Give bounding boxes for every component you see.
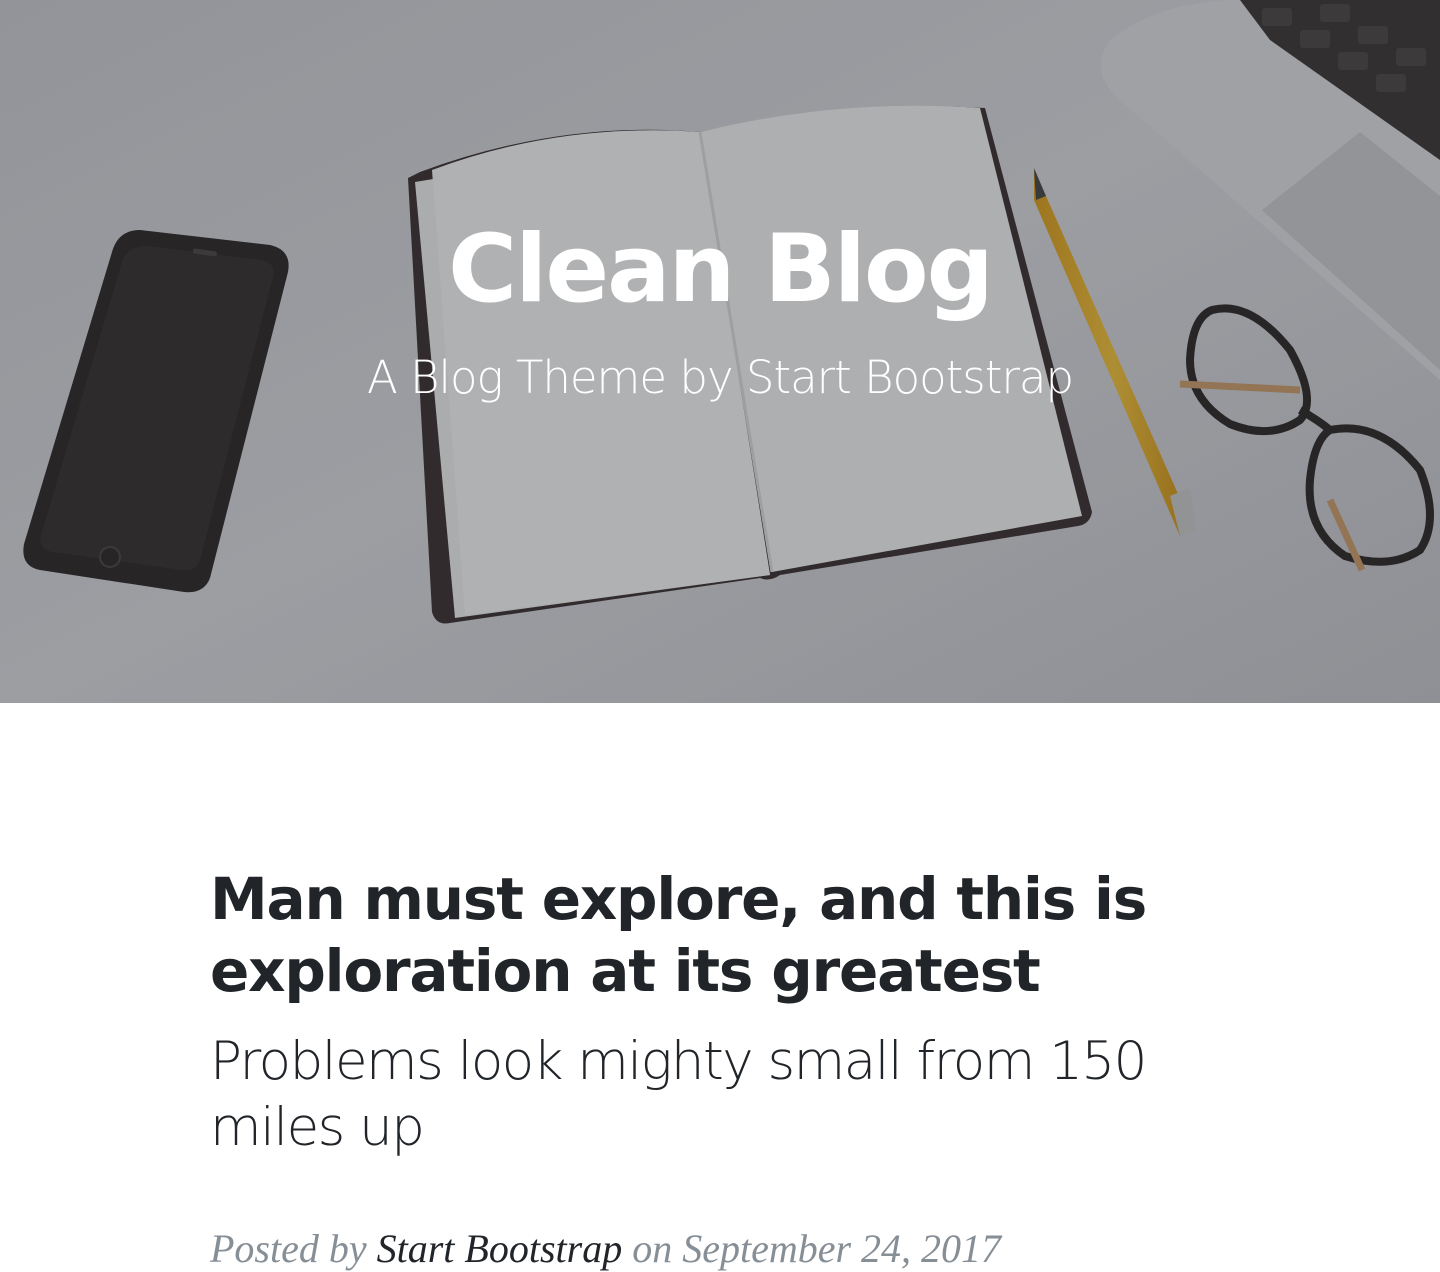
- post-date: on September 24, 2017: [632, 1226, 1002, 1271]
- site-title: Clean Blog: [448, 215, 994, 324]
- post-title[interactable]: Man must explore, and this is exploratio…: [210, 863, 1230, 1007]
- post-meta: Posted by Start Bootstrap on September 2…: [210, 1225, 1001, 1272]
- masthead: Clean Blog A Blog Theme by Start Bootstr…: [0, 0, 1440, 703]
- post-meta-prefix: Posted by: [210, 1226, 367, 1271]
- post-subtitle[interactable]: Problems look mighty small from 150 mile…: [210, 1029, 1230, 1161]
- main-content: Man must explore, and this is exploratio…: [0, 703, 1440, 1271]
- post-preview-link[interactable]: Man must explore, and this is exploratio…: [210, 863, 1230, 1161]
- site-subtitle: A Blog Theme by Start Bootstrap: [366, 351, 1074, 404]
- post-author-link[interactable]: Start Bootstrap: [377, 1226, 623, 1271]
